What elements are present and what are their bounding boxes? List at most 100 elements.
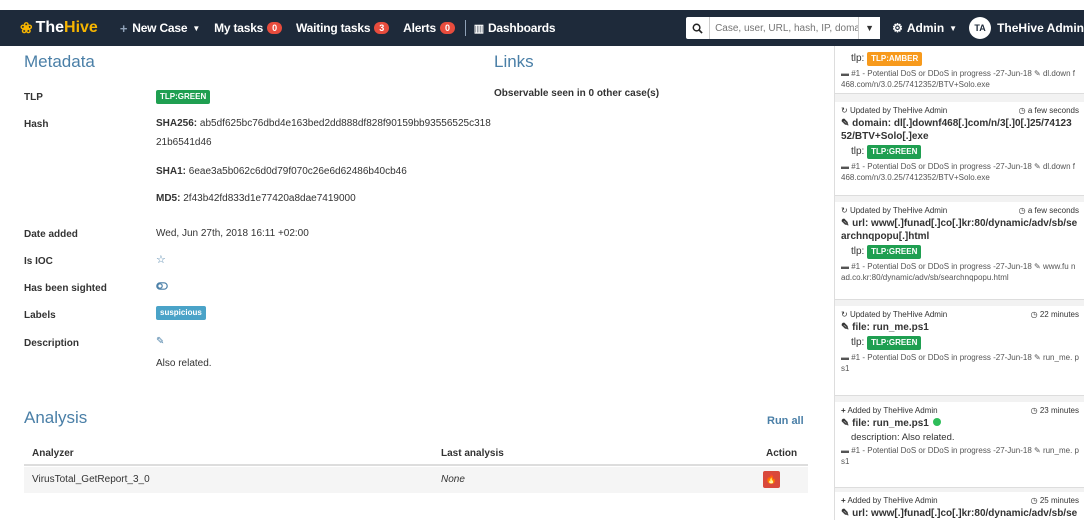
sha256-value: ab5df625bc76dbd4e163bed2dd888df828f90159… bbox=[199, 118, 491, 129]
label-badge[interactable]: suspicious bbox=[156, 306, 206, 320]
case-link[interactable]: #1 - Potential DoS or DDoS in progress -… bbox=[851, 446, 1032, 455]
ioc-label: Is IOC bbox=[24, 256, 53, 267]
tlp-badge[interactable]: TLP:GREEN bbox=[156, 90, 211, 104]
card-time: a few seconds bbox=[1027, 206, 1079, 215]
folder-icon: ▬ bbox=[841, 262, 849, 271]
sha256-label: SHA256: bbox=[156, 118, 198, 129]
analysis-title: Analysis bbox=[24, 408, 88, 427]
dashboards-label: Dashboards bbox=[487, 21, 556, 35]
my-tasks-link[interactable]: My tasks 0 bbox=[214, 21, 282, 35]
folder-icon: ▬ bbox=[841, 162, 849, 171]
plus-icon: + bbox=[841, 496, 846, 505]
main-panel: Metadata Links Observable seen in 0 othe… bbox=[0, 46, 820, 520]
card-author: Added by TheHive Admin bbox=[847, 406, 938, 415]
waiting-tasks-count: 3 bbox=[374, 22, 390, 34]
clock-icon: ◷ bbox=[1030, 406, 1038, 415]
card-title[interactable]: ✎ file: run_me.ps1 bbox=[841, 321, 1079, 334]
pencil-icon[interactable]: ✎ bbox=[156, 332, 164, 351]
run-all-button[interactable]: Run all bbox=[767, 415, 804, 427]
date-label: Date added bbox=[24, 229, 78, 240]
date-value: Wed, Jun 27th, 2018 16:11 +02:00 bbox=[156, 228, 309, 239]
top-strip bbox=[0, 0, 1084, 10]
case-line: ▬ #1 - Potential DoS or DDoS in progress… bbox=[841, 261, 1079, 283]
search-dropdown-icon[interactable]: ▼ bbox=[858, 17, 881, 39]
toggle-icon[interactable] bbox=[156, 278, 168, 297]
clock-icon: ◷ bbox=[1018, 106, 1026, 115]
case-line: ▬ #1 - Potential DoS or DDoS in progress… bbox=[841, 445, 1079, 467]
waiting-tasks-link[interactable]: Waiting tasks 3 bbox=[295, 21, 390, 35]
case-line: ▬ #1 - Potential DoS or DDoS in progress… bbox=[841, 68, 1079, 90]
search-input[interactable] bbox=[710, 17, 859, 39]
card-title[interactable]: ✎ domain: dl[.]downf468[.]com/n/3[.]0[.]… bbox=[841, 117, 1079, 143]
card-head: ↻ Updated by TheHive Admin ◷ a few second… bbox=[841, 106, 1079, 115]
card-title-text: file: run_me.ps1 bbox=[852, 322, 929, 333]
tlp-line: tlp: TLP:AMBER bbox=[851, 52, 1079, 66]
card-title[interactable]: ✎ url: www[.]funad[.]co[.]kr:80/dynamic/… bbox=[841, 217, 1079, 243]
folder-icon: ▬ bbox=[841, 353, 849, 362]
card-title[interactable]: ✎ file: run_me.ps1 bbox=[841, 417, 1079, 430]
card-title-text: url: www[.]funad[.]co[.]kr:80/dynamic/ad… bbox=[841, 218, 1078, 242]
pin-icon: ✎ bbox=[1034, 353, 1041, 362]
analysis-table-header: Analyzer Last analysis Action bbox=[24, 444, 808, 466]
case-line: ▬ #1 - Potential DoS or DDoS in progress… bbox=[841, 161, 1079, 183]
case-link[interactable]: #1 - Potential DoS or DDoS in progress -… bbox=[851, 69, 1032, 78]
gear-icon: ⚙ bbox=[892, 21, 903, 35]
alerts-link[interactable]: Alerts 0 bbox=[403, 21, 455, 35]
case-link[interactable]: #1 - Potential DoS or DDoS in progress -… bbox=[851, 262, 1032, 271]
col-analyzer: Analyzer bbox=[32, 448, 74, 459]
tlp-line: tlp: TLP:GREEN bbox=[851, 145, 1079, 159]
links-text: Observable seen in 0 other case(s) bbox=[494, 88, 660, 99]
card-author: Updated by TheHive Admin bbox=[849, 310, 948, 319]
tlp-prefix: tlp: bbox=[851, 246, 865, 257]
my-tasks-label: My tasks bbox=[214, 21, 264, 35]
card-title-text: domain: dl[.]downf468[.]com/n/3[.]0[.]25… bbox=[841, 118, 1072, 142]
analyzer-name: VirusTotal_GetReport_3_0 bbox=[32, 474, 150, 485]
pin-icon: ✎ bbox=[1034, 69, 1041, 78]
new-case-menu[interactable]: + New Case ▼ bbox=[120, 21, 200, 36]
search-icon[interactable] bbox=[686, 17, 711, 39]
nav-separator bbox=[464, 20, 466, 36]
card-head: ↻ Updated by TheHive Admin ◷ a few second… bbox=[841, 206, 1079, 215]
brand-logo[interactable]: ❀ The Hive bbox=[20, 19, 98, 37]
card-author: Updated by TheHive Admin bbox=[849, 106, 948, 115]
case-link[interactable]: #1 - Potential DoS or DDoS in progress -… bbox=[851, 162, 1032, 171]
sha1-label: SHA1: bbox=[156, 166, 187, 177]
search-box: ▼ bbox=[686, 17, 881, 39]
pin-icon: ✎ bbox=[841, 118, 850, 129]
card-author: Added by TheHive Admin bbox=[847, 496, 938, 505]
activity-card: ↻ Updated by TheHive Admin ◷ 22 minutes ✎… bbox=[835, 306, 1084, 396]
fire-icon: 🔥 bbox=[765, 474, 778, 484]
pin-icon: ✎ bbox=[1034, 446, 1041, 455]
activity-sidebar[interactable]: tlp: TLP:AMBER ▬ #1 - Potential DoS or D… bbox=[834, 46, 1084, 520]
activity-card: ↻ Updated by TheHive Admin ◷ a few second… bbox=[835, 202, 1084, 300]
tlp-badge: TLP:AMBER bbox=[867, 52, 923, 66]
last-analysis-value: None bbox=[441, 474, 465, 485]
links-title: Links bbox=[494, 52, 534, 71]
tlp-badge: TLP:GREEN bbox=[867, 245, 922, 259]
alerts-count: 0 bbox=[439, 22, 455, 34]
description-value: Also related. bbox=[156, 358, 212, 369]
case-link[interactable]: #1 - Potential DoS or DDoS in progress -… bbox=[851, 353, 1032, 362]
labels-value: suspicious bbox=[156, 303, 206, 322]
waiting-tasks-label: Waiting tasks bbox=[295, 21, 371, 35]
navbar-right: ▼ ⚙ Admin ▼ TA TheHive Admin bbox=[686, 10, 1084, 46]
admin-menu[interactable]: ⚙ Admin ▼ bbox=[892, 21, 957, 35]
clock-icon: ◷ bbox=[1030, 310, 1038, 319]
activity-card: tlp: TLP:AMBER ▬ #1 - Potential DoS or D… bbox=[835, 46, 1084, 94]
user-name[interactable]: TheHive Admin bbox=[997, 21, 1084, 35]
card-title[interactable]: ✎ url: www[.]funad[.]co[.]kr:80/dynamic/… bbox=[841, 507, 1079, 520]
folder-icon: ▬ bbox=[841, 446, 849, 455]
run-analyzer-button[interactable]: 🔥 bbox=[763, 471, 780, 488]
refresh-icon: ↻ bbox=[841, 206, 848, 215]
avatar[interactable]: TA bbox=[969, 17, 992, 39]
metadata-title: Metadata bbox=[24, 52, 95, 71]
my-tasks-count: 0 bbox=[267, 22, 282, 34]
sighted-label: Has been sighted bbox=[24, 283, 107, 294]
md5-label: MD5: bbox=[156, 193, 181, 204]
card-time: 23 minutes bbox=[1039, 406, 1079, 415]
star-icon[interactable]: ☆ bbox=[156, 251, 166, 270]
pin-icon: ✎ bbox=[841, 508, 850, 519]
col-last-analysis: Last analysis bbox=[441, 448, 504, 459]
dashboards-link[interactable]: ▥ Dashboards bbox=[474, 21, 556, 35]
pin-icon: ✎ bbox=[841, 322, 850, 333]
